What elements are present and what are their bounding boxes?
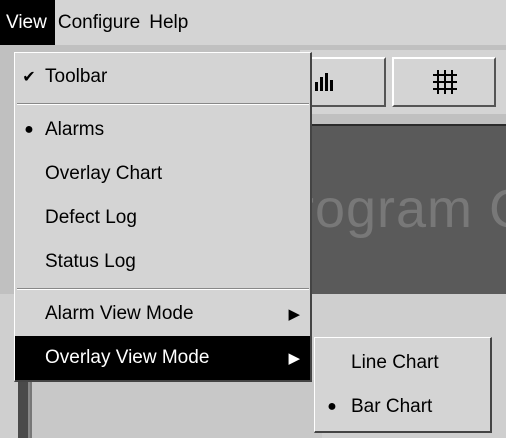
- menu-item-label: Toolbar: [45, 66, 108, 87]
- radio-dot-icon: ●: [327, 398, 337, 415]
- menu-item-alarms[interactable]: ● Alarms: [15, 108, 310, 152]
- menu-item-label: Overlay View Mode: [45, 347, 210, 368]
- submenu-item-line-chart[interactable]: Line Chart: [315, 341, 490, 385]
- overlay-view-mode-submenu: Line Chart ● Bar Chart: [314, 337, 492, 433]
- radio-dot-icon: ●: [24, 121, 34, 138]
- submenu-arrow-icon: ▶: [288, 350, 300, 367]
- inner-panel: [30, 380, 322, 438]
- menu-separator: [17, 288, 309, 290]
- menu-item-label: Status Log: [45, 251, 136, 272]
- submenu-item-label: Line Chart: [351, 352, 439, 373]
- grid-icon: [433, 70, 457, 94]
- menu-bar: View Configure Help: [0, 0, 506, 45]
- menu-configure[interactable]: Configure: [55, 0, 146, 45]
- program-pane: rogram C: [300, 124, 506, 296]
- submenu-arrow-icon: ▶: [288, 306, 300, 323]
- grid-view-button[interactable]: [392, 57, 496, 107]
- menu-view[interactable]: View: [0, 0, 55, 45]
- toolbar: [300, 50, 506, 114]
- menu-item-alarm-view-mode[interactable]: Alarm View Mode ▶: [15, 292, 310, 336]
- menu-help[interactable]: Help: [146, 0, 194, 45]
- submenu-item-label: Bar Chart: [351, 396, 433, 417]
- checkmark-icon: ✔: [22, 69, 36, 86]
- menu-item-label: Alarms: [45, 119, 105, 140]
- view-menu: ✔ Toolbar ● Alarms Overlay Chart Defect …: [14, 52, 312, 382]
- menu-separator: [17, 103, 309, 105]
- submenu-item-bar-chart[interactable]: ● Bar Chart: [315, 385, 490, 429]
- menu-item-label: Overlay Chart: [45, 163, 163, 184]
- menu-item-overlay-view-mode[interactable]: Overlay View Mode ▶: [15, 336, 310, 380]
- menu-item-status-log[interactable]: Status Log: [15, 240, 310, 284]
- menu-item-overlay-chart[interactable]: Overlay Chart: [15, 152, 310, 196]
- bar-chart-icon: [315, 73, 333, 91]
- menu-item-defect-log[interactable]: Defect Log: [15, 196, 310, 240]
- program-watermark: rogram C: [300, 179, 506, 239]
- bar-chart-button[interactable]: [300, 57, 386, 107]
- menu-item-label: Alarm View Mode: [45, 303, 194, 324]
- menu-item-toolbar[interactable]: ✔ Toolbar: [15, 55, 310, 99]
- menu-item-label: Defect Log: [45, 207, 137, 228]
